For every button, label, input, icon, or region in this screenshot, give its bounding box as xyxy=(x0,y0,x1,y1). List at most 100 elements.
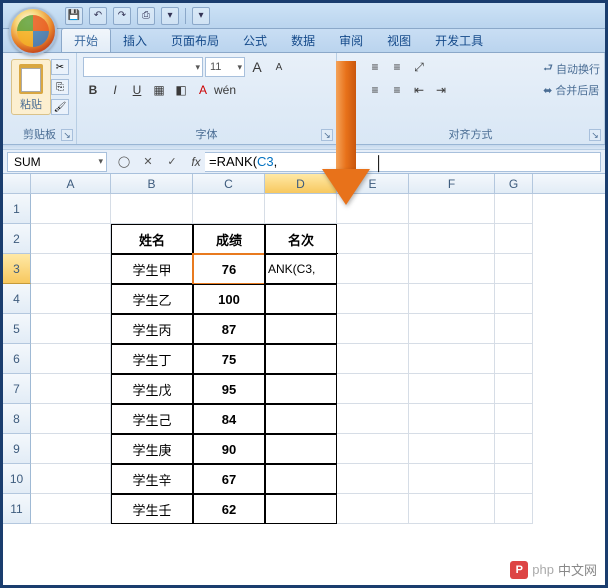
cell[interactable]: 学生甲 xyxy=(111,254,193,284)
row-header[interactable]: 10 xyxy=(3,464,31,494)
cell[interactable] xyxy=(265,404,337,434)
tab-view[interactable]: 视图 xyxy=(375,29,423,52)
dialog-launcher-icon[interactable]: ↘ xyxy=(61,129,73,141)
save-icon[interactable]: 💾 xyxy=(65,7,83,25)
cell[interactable] xyxy=(409,374,495,404)
cell[interactable]: 学生辛 xyxy=(111,464,193,494)
tab-home[interactable]: 开始 xyxy=(61,28,111,52)
cell[interactable]: 学生戊 xyxy=(111,374,193,404)
redo-icon[interactable]: ↷ xyxy=(113,7,131,25)
orientation-icon[interactable]: ⤢ xyxy=(409,57,429,77)
col-header[interactable]: F xyxy=(409,174,495,193)
cell[interactable]: 100 xyxy=(193,284,265,314)
qat-dropdown-icon[interactable]: ▾ xyxy=(161,7,179,25)
cell[interactable] xyxy=(265,314,337,344)
cell[interactable] xyxy=(409,404,495,434)
align-top-icon[interactable]: ≡ xyxy=(343,57,363,77)
cell[interactable] xyxy=(409,314,495,344)
font-size-combo[interactable]: 11 xyxy=(205,57,245,77)
row-header[interactable]: 11 xyxy=(3,494,31,524)
formula-input[interactable]: =RANK(C3, │ xyxy=(205,152,601,172)
cell[interactable] xyxy=(337,344,409,374)
bold-icon[interactable]: B xyxy=(83,80,103,100)
cell-referenced[interactable]: 76 xyxy=(193,254,265,284)
col-header[interactable]: E xyxy=(337,174,409,193)
row-header[interactable]: 5 xyxy=(3,314,31,344)
cell[interactable]: 学生庚 xyxy=(111,434,193,464)
active-cell[interactable]: ANK(C3, xyxy=(265,254,337,284)
font-color-icon[interactable]: A xyxy=(193,80,213,100)
qat-more-icon[interactable]: ▾ xyxy=(192,7,210,25)
cell[interactable] xyxy=(495,374,533,404)
cell[interactable] xyxy=(337,194,409,224)
print-icon[interactable]: ⎙ xyxy=(137,7,155,25)
cell[interactable] xyxy=(337,224,409,254)
underline-icon[interactable]: U xyxy=(127,80,147,100)
cell[interactable]: 名次 xyxy=(265,224,337,254)
cell[interactable]: 84 xyxy=(193,404,265,434)
cell[interactable] xyxy=(409,194,495,224)
cell[interactable] xyxy=(337,254,409,284)
cell[interactable] xyxy=(31,224,111,254)
cell[interactable]: 学生丙 xyxy=(111,314,193,344)
col-header[interactable]: D xyxy=(265,174,337,193)
fx-icon[interactable]: fx xyxy=(187,153,205,171)
wrap-text-button[interactable]: ⮐自动换行 xyxy=(543,59,600,78)
cell[interactable]: 75 xyxy=(193,344,265,374)
cell[interactable] xyxy=(409,254,495,284)
col-header[interactable]: C xyxy=(193,174,265,193)
cell[interactable] xyxy=(495,434,533,464)
italic-icon[interactable]: I xyxy=(105,80,125,100)
cut-icon[interactable]: ✂ xyxy=(51,59,69,75)
cell[interactable] xyxy=(409,434,495,464)
merge-center-button[interactable]: ⬌合并后居 xyxy=(543,82,600,98)
cell[interactable] xyxy=(337,284,409,314)
office-button[interactable] xyxy=(9,7,57,55)
cell[interactable] xyxy=(495,404,533,434)
col-header[interactable]: G xyxy=(495,174,533,193)
fill-color-icon[interactable]: ◧ xyxy=(171,80,191,100)
cell[interactable] xyxy=(31,494,111,524)
cell[interactable] xyxy=(31,404,111,434)
cell[interactable]: 学生乙 xyxy=(111,284,193,314)
cell[interactable] xyxy=(265,464,337,494)
cell[interactable] xyxy=(337,404,409,434)
cell[interactable]: 学生壬 xyxy=(111,494,193,524)
cell[interactable] xyxy=(31,314,111,344)
cell[interactable] xyxy=(111,194,193,224)
decrease-indent-icon[interactable]: ⇤ xyxy=(409,80,429,100)
select-all-corner[interactable] xyxy=(3,174,31,193)
cell[interactable]: 90 xyxy=(193,434,265,464)
cell[interactable]: 87 xyxy=(193,314,265,344)
cell[interactable] xyxy=(495,464,533,494)
cell[interactable] xyxy=(265,344,337,374)
tab-insert[interactable]: 插入 xyxy=(111,29,159,52)
dialog-launcher-icon[interactable]: ↘ xyxy=(589,129,601,141)
row-header[interactable]: 7 xyxy=(3,374,31,404)
cell[interactable]: 姓名 xyxy=(111,224,193,254)
undo-icon[interactable]: ↶ xyxy=(89,7,107,25)
cell[interactable] xyxy=(409,464,495,494)
align-left-icon[interactable]: ≡ xyxy=(343,80,363,100)
tab-developer[interactable]: 开发工具 xyxy=(423,29,495,52)
cell[interactable]: 62 xyxy=(193,494,265,524)
tab-review[interactable]: 审阅 xyxy=(327,29,375,52)
font-name-combo[interactable] xyxy=(83,57,203,77)
cell[interactable] xyxy=(495,314,533,344)
cell[interactable]: 67 xyxy=(193,464,265,494)
cell[interactable] xyxy=(193,194,265,224)
cell[interactable]: 95 xyxy=(193,374,265,404)
cell[interactable] xyxy=(409,224,495,254)
cell[interactable] xyxy=(31,254,111,284)
row-header[interactable]: 9 xyxy=(3,434,31,464)
row-header[interactable]: 2 xyxy=(3,224,31,254)
format-painter-icon[interactable]: 🖌 xyxy=(51,99,69,115)
row-header[interactable]: 6 xyxy=(3,344,31,374)
cell[interactable] xyxy=(337,434,409,464)
paste-button[interactable]: 粘贴 xyxy=(11,59,51,115)
col-header[interactable]: B xyxy=(111,174,193,193)
col-header[interactable]: A xyxy=(31,174,111,193)
cancel-formula-icon[interactable]: ✕ xyxy=(139,153,157,171)
name-box[interactable]: SUM xyxy=(7,152,107,172)
cell[interactable] xyxy=(495,344,533,374)
